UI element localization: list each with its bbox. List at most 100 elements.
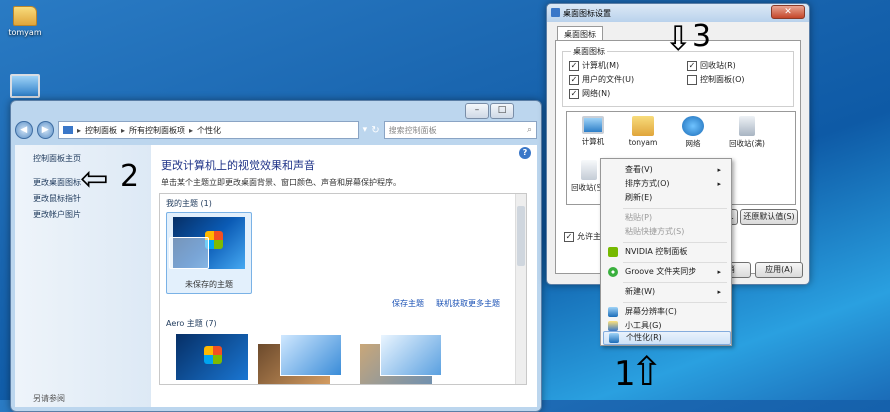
- personalize-icon: [609, 333, 619, 343]
- link-change-mouse-pointers[interactable]: 更改鼠标指针: [33, 193, 81, 204]
- menu-item-personalize[interactable]: 个性化(R): [603, 331, 731, 345]
- menu-item-new[interactable]: 新建(W) ▸: [603, 285, 729, 299]
- theme-name: 未保存的主题: [185, 280, 233, 289]
- menu-separator: [623, 208, 727, 209]
- window-controls: – □: [465, 103, 514, 119]
- checkbox-network[interactable]: ✓ 网络(N): [569, 88, 610, 99]
- checkbox-label: 网络(N): [582, 89, 611, 98]
- desktop-icon-label: tomyam: [8, 28, 42, 37]
- folder-icon: [13, 6, 37, 26]
- theme-aero-nature[interactable]: [380, 334, 442, 376]
- breadcrumb-sep-icon: ▸: [189, 125, 194, 135]
- step2-arrow-icon: ⇦: [80, 159, 109, 199]
- forward-button[interactable]: ▶: [36, 121, 54, 139]
- recycle-bin-full-icon: [739, 116, 755, 136]
- icon-label: 回收站(满): [729, 139, 765, 148]
- link-change-desktop-icons[interactable]: 更改桌面图标: [33, 177, 81, 188]
- link-change-account-picture[interactable]: 更改帐户图片: [33, 209, 81, 220]
- menu-item-refresh[interactable]: 刷新(E): [603, 191, 729, 205]
- search-input[interactable]: 搜索控制面板 ⌕: [383, 121, 537, 139]
- recycle-bin-empty-icon: [581, 160, 597, 180]
- desktop-context-menu: 查看(V) ▸ 排序方式(O) ▸ 刷新(E) 粘贴(P) 粘贴快捷方式(S) NV…: [600, 158, 732, 346]
- checkbox-control-panel[interactable]: 控制面板(O): [687, 74, 745, 85]
- menu-item-screen-resolution[interactable]: 屏幕分辨率(C): [603, 305, 729, 319]
- search-placeholder: 搜索控制面板: [388, 125, 437, 135]
- page-subtitle: 单击某个主题立即更改桌面背景、窗口颜色、声音和屏幕保护程序。: [161, 178, 401, 187]
- checkbox-label: 用户的文件(U): [582, 75, 635, 84]
- link-control-panel-home[interactable]: 控制面板主页: [33, 153, 81, 164]
- icon-item-computer[interactable]: 计算机: [569, 116, 617, 147]
- check-icon: ✓: [569, 60, 579, 71]
- minimize-button[interactable]: –: [465, 103, 489, 119]
- menu-item-groove-sync[interactable]: Groove 文件夹同步 ▸: [603, 265, 729, 279]
- save-theme-link[interactable]: 保存主题: [392, 298, 424, 309]
- page-title: 更改计算机上的视觉效果和声音: [161, 159, 315, 172]
- address-box[interactable]: ▸ 控制面板 ▸ 所有控制面板项 ▸ 个性化: [58, 121, 359, 139]
- windows-logo-icon: [204, 346, 222, 364]
- checkbox-label: 回收站(R): [700, 61, 736, 70]
- breadcrumb-all-items[interactable]: 所有控制面板项: [129, 125, 185, 136]
- desktop-icons-group: 桌面图标 ✓ 计算机(M) ✓ 回收站(R) ✓ 用户的文件(U) 控制面板(O) ✓…: [562, 46, 794, 107]
- groove-icon: [608, 267, 618, 277]
- network-icon: [682, 116, 704, 136]
- gadgets-icon: [608, 321, 618, 331]
- icon-item-network[interactable]: 网络: [669, 116, 717, 149]
- maximize-button[interactable]: □: [490, 103, 514, 119]
- breadcrumb-sep-icon: ▸: [77, 125, 82, 135]
- check-icon: ✓: [564, 231, 574, 242]
- desktop-icon-computer[interactable]: [0, 74, 50, 98]
- submenu-arrow-icon: ▸: [717, 268, 721, 276]
- checkbox-empty-icon: [687, 74, 697, 85]
- theme-aero-characters[interactable]: [280, 334, 342, 376]
- menu-separator: [623, 282, 727, 283]
- group-legend: 桌面图标: [571, 46, 607, 57]
- back-button[interactable]: ◀: [15, 121, 33, 139]
- checkbox-user-files[interactable]: ✓ 用户的文件(U): [569, 74, 634, 85]
- theme-list-scrollbar[interactable]: [515, 194, 526, 384]
- checkbox-computer[interactable]: ✓ 计算机(M): [569, 60, 619, 71]
- icon-item-recycle-full[interactable]: 回收站(满): [717, 116, 777, 149]
- menu-item-nvidia-control-panel[interactable]: NVIDIA 控制面板: [603, 245, 729, 259]
- checkbox-label: 控制面板(O): [700, 75, 745, 84]
- step1-arrow-icon: ⇧: [630, 349, 664, 395]
- scrollbar-thumb[interactable]: [517, 206, 525, 266]
- menu-item-paste: 粘贴(P): [625, 213, 653, 222]
- breadcrumb-control-panel[interactable]: 控制面板: [85, 125, 117, 136]
- get-more-themes-link[interactable]: 联机获取更多主题: [436, 298, 500, 309]
- computer-icon: [10, 74, 40, 98]
- theme-unsaved[interactable]: 未保存的主题: [166, 212, 252, 294]
- aero-themes-label: Aero 主题 (7): [166, 319, 217, 328]
- apply-button[interactable]: 应用(A): [755, 262, 803, 278]
- personalization-window: – □ ◀ ▶ ▸ 控制面板 ▸ 所有控制面板项 ▸ 个性化 ▾ ↻ 搜索控制面…: [10, 100, 542, 412]
- menu-separator: [623, 242, 727, 243]
- help-icon[interactable]: ?: [519, 147, 531, 159]
- desktop-icon-user-folder[interactable]: tomyam: [0, 6, 50, 37]
- menu-item-view[interactable]: 查看(V) ▸: [603, 163, 729, 177]
- icon-label: tonyam: [628, 138, 658, 147]
- screen-resolution-icon: [608, 307, 618, 317]
- dialog-app-icon: [551, 8, 560, 17]
- my-themes-label: 我的主题 (1): [166, 199, 212, 208]
- submenu-arrow-icon: ▸: [717, 180, 721, 188]
- menu-separator: [623, 262, 727, 263]
- checkbox-recycle-bin[interactable]: ✓ 回收站(R): [687, 60, 736, 71]
- restore-default-button[interactable]: 还原默认值(S): [740, 209, 798, 225]
- refresh-icon[interactable]: ↻: [371, 125, 379, 136]
- breadcrumb-sep-icon: ▸: [121, 125, 126, 135]
- menu-separator: [623, 302, 727, 303]
- address-dropdown-icon[interactable]: ▾: [363, 125, 368, 135]
- theme-aero-windows[interactable]: [176, 334, 248, 380]
- submenu-arrow-icon: ▸: [717, 288, 721, 296]
- address-bar-row: ◀ ▶ ▸ 控制面板 ▸ 所有控制面板项 ▸ 个性化 ▾ ↻ 搜索控制面板 ⌕: [15, 119, 537, 141]
- icon-item-user[interactable]: tonyam: [619, 116, 667, 147]
- breadcrumb-personalization[interactable]: 个性化: [197, 125, 221, 136]
- folder-icon: [63, 126, 73, 134]
- see-also-label: 另请参阅: [33, 394, 65, 403]
- main-pane: ? 更改计算机上的视觉效果和声音 单击某个主题立即更改桌面背景、窗口颜色、声音和…: [155, 145, 537, 407]
- menu-item-sort-by[interactable]: 排序方式(O) ▸: [603, 177, 729, 191]
- close-button[interactable]: ✕: [771, 5, 805, 19]
- icon-label: 计算机: [581, 137, 605, 146]
- check-icon: ✓: [569, 88, 579, 99]
- search-icon: ⌕: [526, 125, 532, 135]
- computer-icon: [582, 116, 604, 134]
